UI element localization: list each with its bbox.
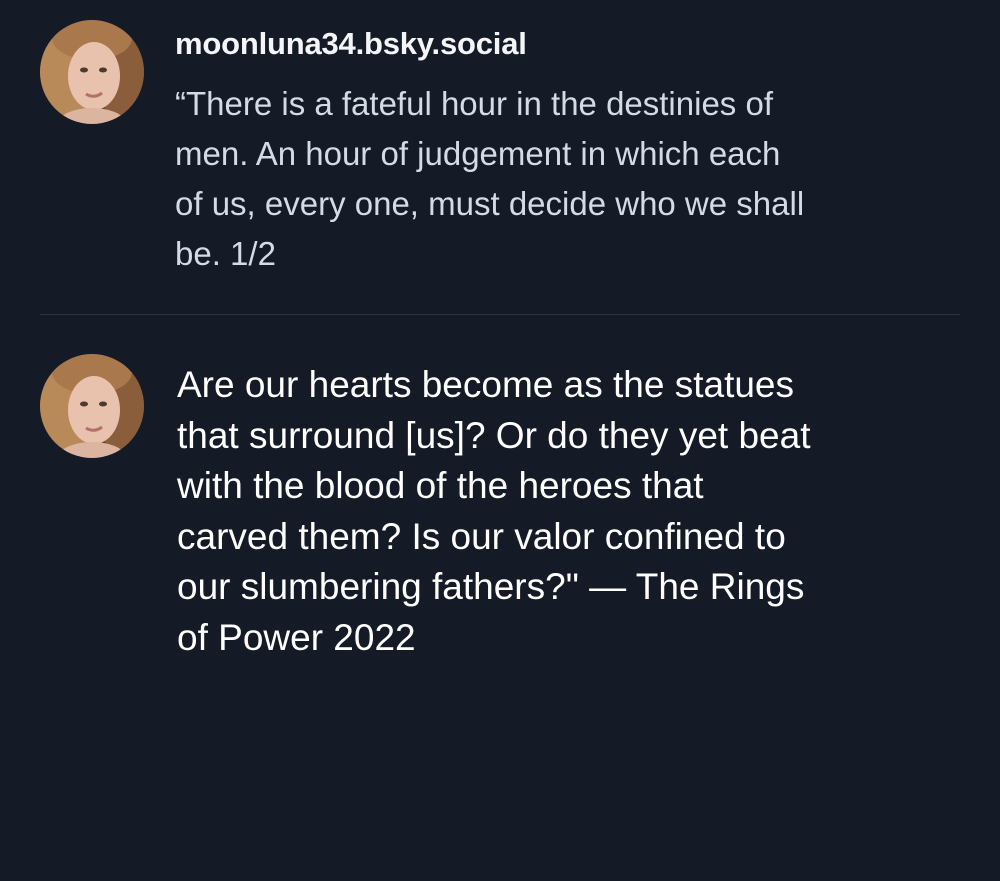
post-text: “There is a fateful hour in the destinie… <box>175 85 805 272</box>
avatar-photo <box>40 20 144 124</box>
post-author-handle[interactable]: moonluna34.bsky.social <box>175 26 527 62</box>
avatar-photo <box>40 354 144 458</box>
avatar[interactable] <box>40 20 144 124</box>
post-text: Are our hearts become as the statues tha… <box>177 364 811 658</box>
avatar[interactable] <box>40 354 144 458</box>
thread-post-1[interactable]: moonluna34.bsky.social “There is a fatef… <box>0 0 1000 314</box>
thread-post-2[interactable]: Are our hearts become as the statues tha… <box>0 315 1000 881</box>
